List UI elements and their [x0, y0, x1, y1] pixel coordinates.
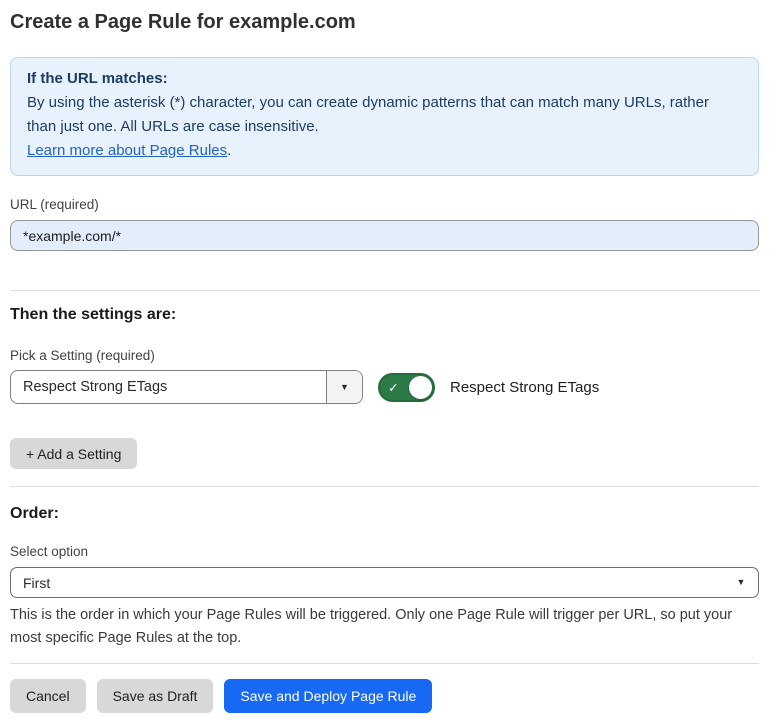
order-select-label: Select option: [10, 544, 759, 559]
setting-toggle-label: Respect Strong ETags: [450, 379, 599, 396]
page-rule-form: Create a Page Rule for example.com If th…: [0, 10, 769, 713]
url-field-label: URL (required): [10, 197, 759, 212]
info-box-heading: If the URL matches:: [27, 67, 742, 91]
setting-controls-row: Respect Strong ETags ▼ ✓ Respect Strong …: [10, 370, 759, 404]
page-title: Create a Page Rule for example.com: [10, 10, 759, 34]
divider: [10, 290, 759, 291]
setting-select-value: Respect Strong ETags: [11, 371, 326, 403]
divider: [10, 663, 759, 664]
order-section-heading: Order:: [10, 505, 759, 523]
save-deploy-button[interactable]: Save and Deploy Page Rule: [224, 679, 432, 713]
form-actions: Cancel Save as Draft Save and Deploy Pag…: [10, 679, 759, 713]
settings-section-heading: Then the settings are:: [10, 306, 759, 324]
pick-setting-label: Pick a Setting (required): [10, 348, 759, 363]
cancel-button[interactable]: Cancel: [10, 679, 86, 713]
order-select-value: First: [11, 568, 724, 597]
order-select[interactable]: First ▼: [10, 567, 759, 598]
order-select-arrow-seg: ▼: [724, 568, 758, 597]
learn-more-link[interactable]: Learn more about Page Rules: [27, 142, 227, 159]
url-match-info-box: If the URL matches: By using the asteris…: [10, 57, 759, 176]
link-suffix: .: [227, 142, 231, 159]
divider: [10, 486, 759, 487]
url-input-value: *example.com/*: [23, 228, 121, 244]
chevron-down-icon: ▼: [340, 383, 349, 392]
info-box-body: By using the asterisk (*) character, you…: [27, 91, 742, 139]
save-draft-button[interactable]: Save as Draft: [97, 679, 214, 713]
chevron-down-icon: ▼: [737, 578, 746, 587]
order-help-text: This is the order in which your Page Rul…: [10, 604, 759, 650]
info-link-line: Learn more about Page Rules.: [27, 139, 742, 163]
url-input[interactable]: *example.com/*: [10, 220, 759, 251]
setting-select-arrow-seg[interactable]: ▼: [326, 371, 362, 403]
add-setting-button[interactable]: + Add a Setting: [10, 438, 137, 469]
setting-toggle[interactable]: ✓: [378, 373, 435, 402]
toggle-knob: [409, 376, 432, 399]
setting-select[interactable]: Respect Strong ETags ▼: [10, 370, 363, 404]
check-icon: ✓: [388, 381, 399, 394]
